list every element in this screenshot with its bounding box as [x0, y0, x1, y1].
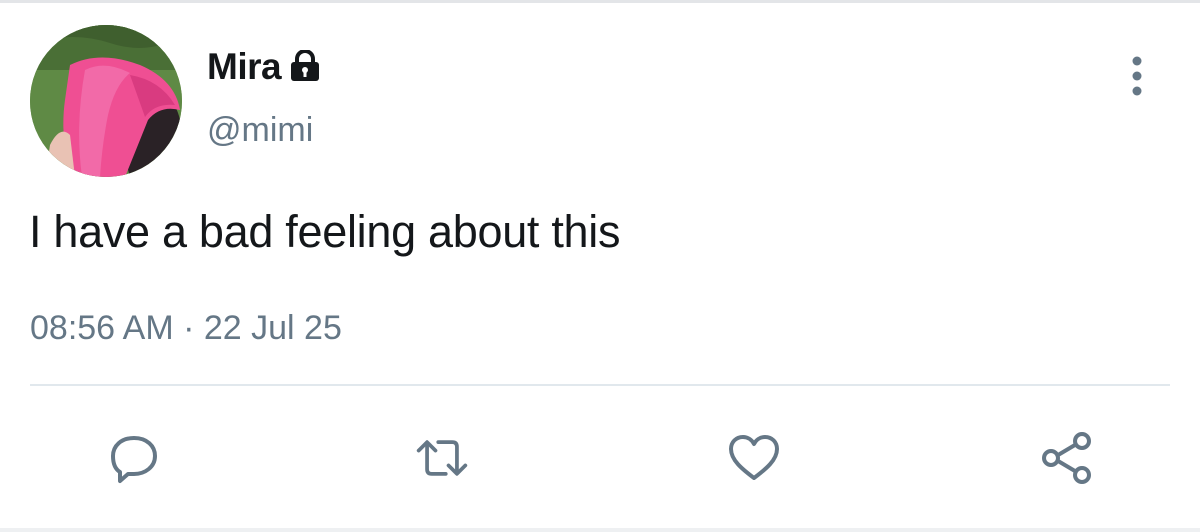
reply-button[interactable]: [106, 430, 162, 486]
retweet-icon: [416, 440, 468, 476]
lock-icon: [291, 50, 320, 81]
retweet-button[interactable]: [414, 430, 470, 486]
top-border: [0, 0, 1200, 3]
like-button[interactable]: [726, 430, 782, 486]
timestamp[interactable]: 08:56 AM · 22 Jul 25: [30, 309, 342, 348]
avatar-image: [30, 25, 182, 177]
bottom-border: [0, 528, 1200, 532]
more-vertical-icon[interactable]: [1122, 54, 1152, 98]
heart-icon: [729, 435, 779, 480]
share-icon: [1042, 432, 1091, 484]
author-row: Mira: [207, 44, 320, 90]
avatar[interactable]: [30, 25, 182, 177]
share-button[interactable]: [1039, 430, 1095, 486]
tweet-text: I have a bad feeling about this: [29, 206, 621, 257]
reply-icon: [111, 436, 157, 483]
handle[interactable]: @mimi: [207, 111, 313, 150]
divider: [30, 384, 1170, 386]
display-name[interactable]: Mira: [207, 46, 282, 88]
